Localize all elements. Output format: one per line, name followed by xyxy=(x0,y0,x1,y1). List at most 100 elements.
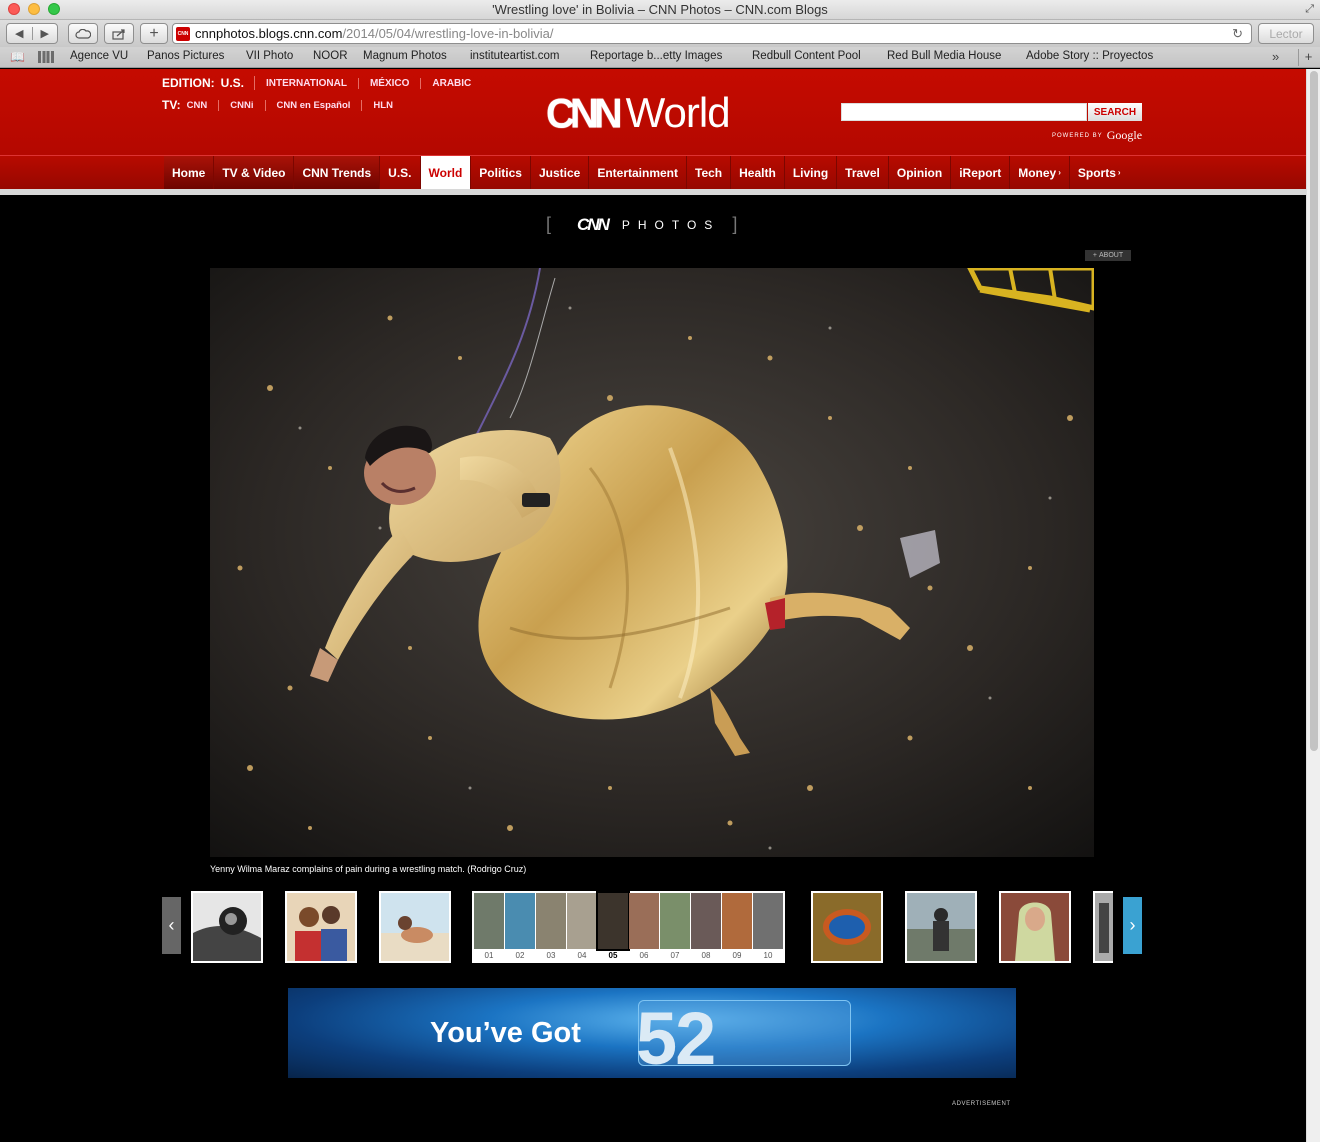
strip-number[interactable]: 07 xyxy=(660,951,690,960)
bookmark-item[interactable]: Magnum Photos xyxy=(363,50,447,62)
url-path: /2014/05/04/wrestling-love-in-bolivia/ xyxy=(342,26,554,41)
edition-link[interactable]: ARABIC xyxy=(421,78,482,89)
reading-list-icon[interactable]: 📖 xyxy=(10,50,25,64)
bookmark-item[interactable]: Redbull Content Pool xyxy=(752,50,861,62)
nav-politics[interactable]: Politics xyxy=(471,156,531,189)
cnn-world-logo[interactable]: CNN World xyxy=(546,89,731,137)
bookmark-item[interactable]: Adobe Story :: Proyectos xyxy=(1026,50,1153,62)
strip-number[interactable]: 10 xyxy=(753,951,783,960)
tv-link[interactable]: CNN xyxy=(187,99,220,111)
reload-icon[interactable]: ↻ xyxy=(1232,26,1243,42)
strip-number[interactable]: 04 xyxy=(567,951,597,960)
forward-icon[interactable]: ▶ xyxy=(31,27,58,40)
brand-photos: PHOTOS xyxy=(621,217,721,232)
strip-thumbnail[interactable] xyxy=(691,893,721,949)
strip-thumbnail[interactable] xyxy=(474,893,504,949)
nav-world[interactable]: World xyxy=(420,156,472,189)
strip-thumbnail[interactable] xyxy=(722,893,752,949)
gallery-thumbnail[interactable] xyxy=(379,891,451,963)
nav-tech[interactable]: Tech xyxy=(687,156,732,189)
more-bookmarks-icon[interactable]: » xyxy=(1272,49,1279,64)
chevron-right-icon: › xyxy=(1117,168,1121,177)
strip-thumbnail-current[interactable] xyxy=(596,891,630,951)
gallery-next-button[interactable]: › xyxy=(1123,897,1142,954)
strip-number[interactable]: 08 xyxy=(691,951,721,960)
top-sites-icon[interactable] xyxy=(38,51,54,63)
strip-thumbnail[interactable] xyxy=(567,893,597,949)
scrollbar-thumb[interactable] xyxy=(1310,71,1318,751)
bookmark-item[interactable]: Red Bull Media House xyxy=(887,50,1001,62)
tv-link[interactable]: HLN xyxy=(373,100,404,111)
edition-current[interactable]: U.S. xyxy=(221,76,256,90)
back-icon[interactable]: ◀ xyxy=(7,27,32,40)
nav-justice[interactable]: Justice xyxy=(531,156,590,189)
strip-thumbnail[interactable] xyxy=(753,893,783,949)
bookmark-item[interactable]: NOOR xyxy=(313,50,348,62)
add-bookmark-icon[interactable]: + xyxy=(1298,49,1318,66)
page-scrollbar[interactable] xyxy=(1306,69,1320,1142)
edition-link[interactable]: MÉXICO xyxy=(359,77,422,89)
edition-link[interactable]: INTERNATIONAL xyxy=(255,77,359,89)
nav-opinion[interactable]: Opinion xyxy=(889,156,952,189)
address-bar[interactable]: CNN cnnphotos.blogs.cnn.com/2014/05/04/w… xyxy=(172,23,1252,44)
nav-travel[interactable]: Travel xyxy=(837,156,889,189)
gallery-thumbnail[interactable] xyxy=(285,891,357,963)
chevron-right-icon: › xyxy=(1129,915,1136,935)
nav-ireport[interactable]: iReport xyxy=(951,156,1011,189)
window-title: 'Wrestling love' in Bolivia – CNN Photos… xyxy=(492,2,828,17)
nav-living[interactable]: Living xyxy=(785,156,838,189)
nav-us[interactable]: U.S. xyxy=(380,156,421,189)
bookmark-item[interactable]: VII Photo xyxy=(246,50,293,62)
strip-thumbnail[interactable] xyxy=(660,893,690,949)
gallery-thumbnail[interactable] xyxy=(811,891,883,963)
bookmark-item[interactable]: Reportage b...etty Images xyxy=(590,50,722,62)
tv-selector: TV: CNN CNNi CNN en Español HLN xyxy=(162,98,415,112)
nav-tv-video[interactable]: TV & Video xyxy=(214,156,295,189)
reader-button[interactable]: Lector xyxy=(1258,23,1314,44)
logo-section: World xyxy=(625,89,731,136)
strip-number[interactable]: 06 xyxy=(629,951,659,960)
strip-thumbnail[interactable] xyxy=(629,893,659,949)
nav-items: Home TV & Video CNN Trends U.S. World Po… xyxy=(164,156,1129,189)
strip-thumbnail[interactable] xyxy=(505,893,535,949)
nav-health[interactable]: Health xyxy=(731,156,785,189)
browser-toolbar: ◀ ▶ + CNN cnnphotos.blogs.cnn.com/2014/0… xyxy=(0,20,1320,47)
gallery-thumbnail[interactable] xyxy=(905,891,977,963)
strip-number[interactable]: 03 xyxy=(536,951,566,960)
thumb-partial xyxy=(1095,893,1113,961)
gallery-thumbnail[interactable] xyxy=(191,891,263,963)
tv-link[interactable]: CNN en Español xyxy=(277,99,363,111)
gallery-thumbnail[interactable] xyxy=(1093,891,1113,963)
nav-entertainment[interactable]: Entertainment xyxy=(589,156,688,189)
history-nav: ◀ ▶ xyxy=(6,23,58,44)
strip-number[interactable]: 01 xyxy=(474,951,504,960)
cnn-photos-brand[interactable]: [ CNN PHOTOS ] xyxy=(546,214,766,235)
new-tab-button[interactable]: + xyxy=(140,23,168,44)
window-titlebar: 'Wrestling love' in Bolivia – CNN Photos… xyxy=(0,0,1320,20)
search-input[interactable] xyxy=(841,103,1087,121)
bookmark-item[interactable]: instituteartist.com xyxy=(470,50,559,62)
share-button[interactable] xyxy=(104,23,134,44)
bookmark-item[interactable]: Panos Pictures xyxy=(147,50,224,62)
nav-cnn-trends[interactable]: CNN Trends xyxy=(294,156,381,189)
about-button[interactable]: + ABOUT xyxy=(1085,250,1131,261)
nav-money[interactable]: Money › xyxy=(1010,156,1070,189)
icloud-tabs-button[interactable] xyxy=(68,23,98,44)
gallery-thumbnail[interactable] xyxy=(999,891,1071,963)
fullscreen-icon[interactable]: ⤢ xyxy=(1305,3,1314,16)
tv-link[interactable]: CNNi xyxy=(230,99,266,111)
nav-home[interactable]: Home xyxy=(164,156,215,189)
current-gallery-strip: 01 02 03 04 05 06 07 08 09 10 xyxy=(472,891,785,963)
gallery-prev-button[interactable]: ‹ xyxy=(162,897,181,954)
bookmark-item[interactable]: Agence VU xyxy=(70,50,128,62)
search-button[interactable]: SEARCH xyxy=(1088,103,1142,121)
main-photo[interactable] xyxy=(210,268,1094,857)
strip-number[interactable]: 09 xyxy=(722,951,752,960)
nav-sports[interactable]: Sports › xyxy=(1070,156,1129,189)
bracket-left-icon: [ xyxy=(546,214,552,234)
advertisement-banner[interactable]: You’ve Got 52 xyxy=(288,988,1016,1078)
strip-thumbnail[interactable] xyxy=(536,893,566,949)
plus-icon: + xyxy=(1092,252,1097,259)
strip-number[interactable]: 02 xyxy=(505,951,535,960)
strip-number-current[interactable]: 05 xyxy=(598,951,628,960)
